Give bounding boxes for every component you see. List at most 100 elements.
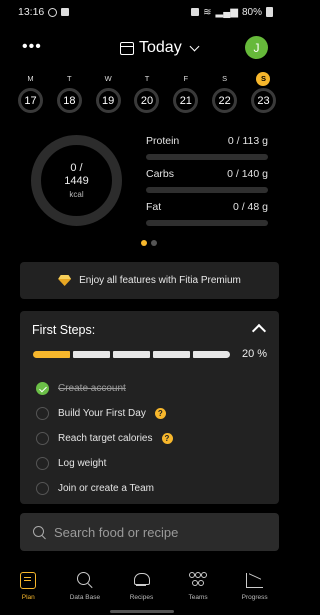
- status-time: 13:16: [18, 6, 45, 18]
- macro-carbs: Carbs 0 / 140 g: [146, 168, 268, 200]
- lock-icon: [191, 8, 200, 16]
- macro-value: 0 / 48 g: [232, 201, 268, 213]
- premium-banner[interactable]: Enjoy all features with Fitia Premium: [20, 262, 279, 299]
- macro-name: Carbs: [146, 168, 175, 180]
- nav-label: Recipes: [129, 594, 154, 601]
- nav-label: Progress: [241, 594, 268, 601]
- macro-protein: Protein 0 / 113 g: [146, 135, 268, 167]
- status-bar: 13:16 ≋ ▂▄▆ 80%: [0, 0, 283, 24]
- macro-value: 0 / 140 g: [227, 168, 268, 180]
- search-bar[interactable]: [20, 513, 279, 551]
- calorie-consumed: 0 /: [70, 162, 83, 174]
- top-bar: ••• Today J: [0, 36, 283, 62]
- search-icon: [76, 572, 90, 585]
- nav-label: Plan: [21, 594, 35, 601]
- battery-icon: [266, 7, 273, 17]
- more-icon[interactable]: •••: [22, 39, 42, 55]
- day-letter: T: [144, 74, 150, 83]
- nav-item-teams[interactable]: Teams: [170, 563, 227, 607]
- first-steps-progress: [33, 351, 230, 358]
- empty-circle-icon: [36, 482, 49, 495]
- day-letter: T: [67, 74, 72, 83]
- chevron-down-icon: [189, 41, 200, 51]
- empty-circle-icon: [36, 457, 49, 470]
- chevron-up-icon[interactable]: [251, 323, 267, 339]
- carousel-dot[interactable]: [141, 240, 147, 246]
- day-19[interactable]: 19: [95, 88, 121, 113]
- day-letters: MTWTFSS: [18, 72, 276, 86]
- bottom-nav: Plan Data Base Recipes Teams Progress: [0, 563, 283, 607]
- first-steps-title: First Steps:: [32, 323, 96, 337]
- day-17[interactable]: 17: [18, 88, 43, 113]
- day-letter: S: [222, 74, 228, 83]
- avatar[interactable]: J: [245, 36, 268, 59]
- macro-list: Protein 0 / 113 g Carbs 0 / 140 g Fat 0 …: [146, 135, 268, 233]
- progress-segment: [113, 351, 150, 358]
- step-label: Build Your First Day: [58, 408, 146, 419]
- chef-hat-icon: [133, 572, 151, 588]
- nav-item-progress[interactable]: Progress: [226, 563, 283, 607]
- carousel-dots: [141, 240, 157, 246]
- premium-label: Enjoy all features with Fitia Premium: [79, 275, 241, 286]
- battery-level: 80%: [241, 6, 262, 18]
- step-create-account[interactable]: Create account: [36, 376, 266, 401]
- day-letter: M: [27, 74, 34, 83]
- progress-segment: [33, 351, 70, 358]
- step-label: Create account: [58, 383, 126, 394]
- step-label: Log weight: [58, 458, 107, 469]
- step-reach-target-calories[interactable]: Reach target calories ?: [36, 426, 266, 451]
- calorie-target: 1449: [64, 175, 89, 187]
- empty-circle-icon: [36, 407, 49, 420]
- diamond-icon: [58, 275, 71, 286]
- calorie-ring[interactable]: 0 / 1449 kcal: [31, 135, 122, 226]
- progress-segment: [193, 351, 230, 358]
- nav-item-plan[interactable]: Plan: [0, 563, 57, 607]
- search-icon: [33, 525, 46, 539]
- day-22[interactable]: 22: [212, 88, 238, 113]
- calendar-icon: [120, 41, 134, 55]
- nav-item-database[interactable]: Data Base: [57, 563, 114, 607]
- macro-bar: [146, 220, 268, 226]
- empty-circle-icon: [36, 432, 49, 445]
- plan-icon: [20, 571, 37, 589]
- step-label: Reach target calories: [58, 433, 153, 444]
- week-strip: M T W T F S S 17 18 19 20 21 22 23: [18, 72, 276, 113]
- status-right: ≋ ▂▄▆ 80%: [191, 7, 273, 18]
- step-label: Join or create a Team: [58, 483, 154, 494]
- progress-segment: [73, 351, 110, 358]
- macro-name: Protein: [146, 135, 180, 147]
- macro-fat: Fat 0 / 48 g: [146, 201, 268, 233]
- step-list: Create account Build Your First Day ? Re…: [36, 376, 266, 501]
- chart-icon: [246, 572, 264, 588]
- calorie-unit: kcal: [69, 190, 84, 199]
- macro-name: Fat: [146, 201, 162, 213]
- help-badge-icon[interactable]: ?: [161, 433, 173, 444]
- signal-icon: ▂▄▆: [215, 6, 238, 18]
- step-build-first-day[interactable]: Build Your First Day ?: [36, 401, 266, 426]
- day-18[interactable]: 18: [56, 88, 82, 113]
- progress-percent: 20 %: [242, 348, 268, 360]
- home-indicator: [110, 610, 174, 613]
- day-letter: W: [104, 74, 112, 83]
- wifi-icon: ≋: [203, 6, 212, 18]
- macro-value: 0 / 113 g: [227, 135, 268, 147]
- nav-item-recipes[interactable]: Recipes: [113, 563, 170, 607]
- team-icon: [188, 572, 208, 588]
- nav-label: Teams: [188, 594, 208, 601]
- day-23[interactable]: 23: [250, 88, 276, 113]
- search-input[interactable]: [54, 524, 254, 540]
- day-letter: S: [256, 72, 271, 86]
- macro-bar: [146, 154, 268, 160]
- day-21[interactable]: 21: [173, 88, 199, 113]
- step-log-weight[interactable]: Log weight: [36, 451, 266, 476]
- date-selector[interactable]: Today: [120, 39, 200, 57]
- date-title: Today: [139, 39, 182, 56]
- progress-segment: [153, 351, 190, 358]
- day-numbers: 17 18 19 20 21 22 23: [18, 88, 276, 113]
- whatsapp-icon: [48, 7, 58, 17]
- help-badge-icon[interactable]: ?: [154, 408, 166, 419]
- carousel-dot[interactable]: [151, 240, 157, 246]
- macro-bar: [146, 187, 268, 193]
- step-join-team[interactable]: Join or create a Team: [36, 476, 266, 501]
- day-20[interactable]: 20: [134, 88, 160, 113]
